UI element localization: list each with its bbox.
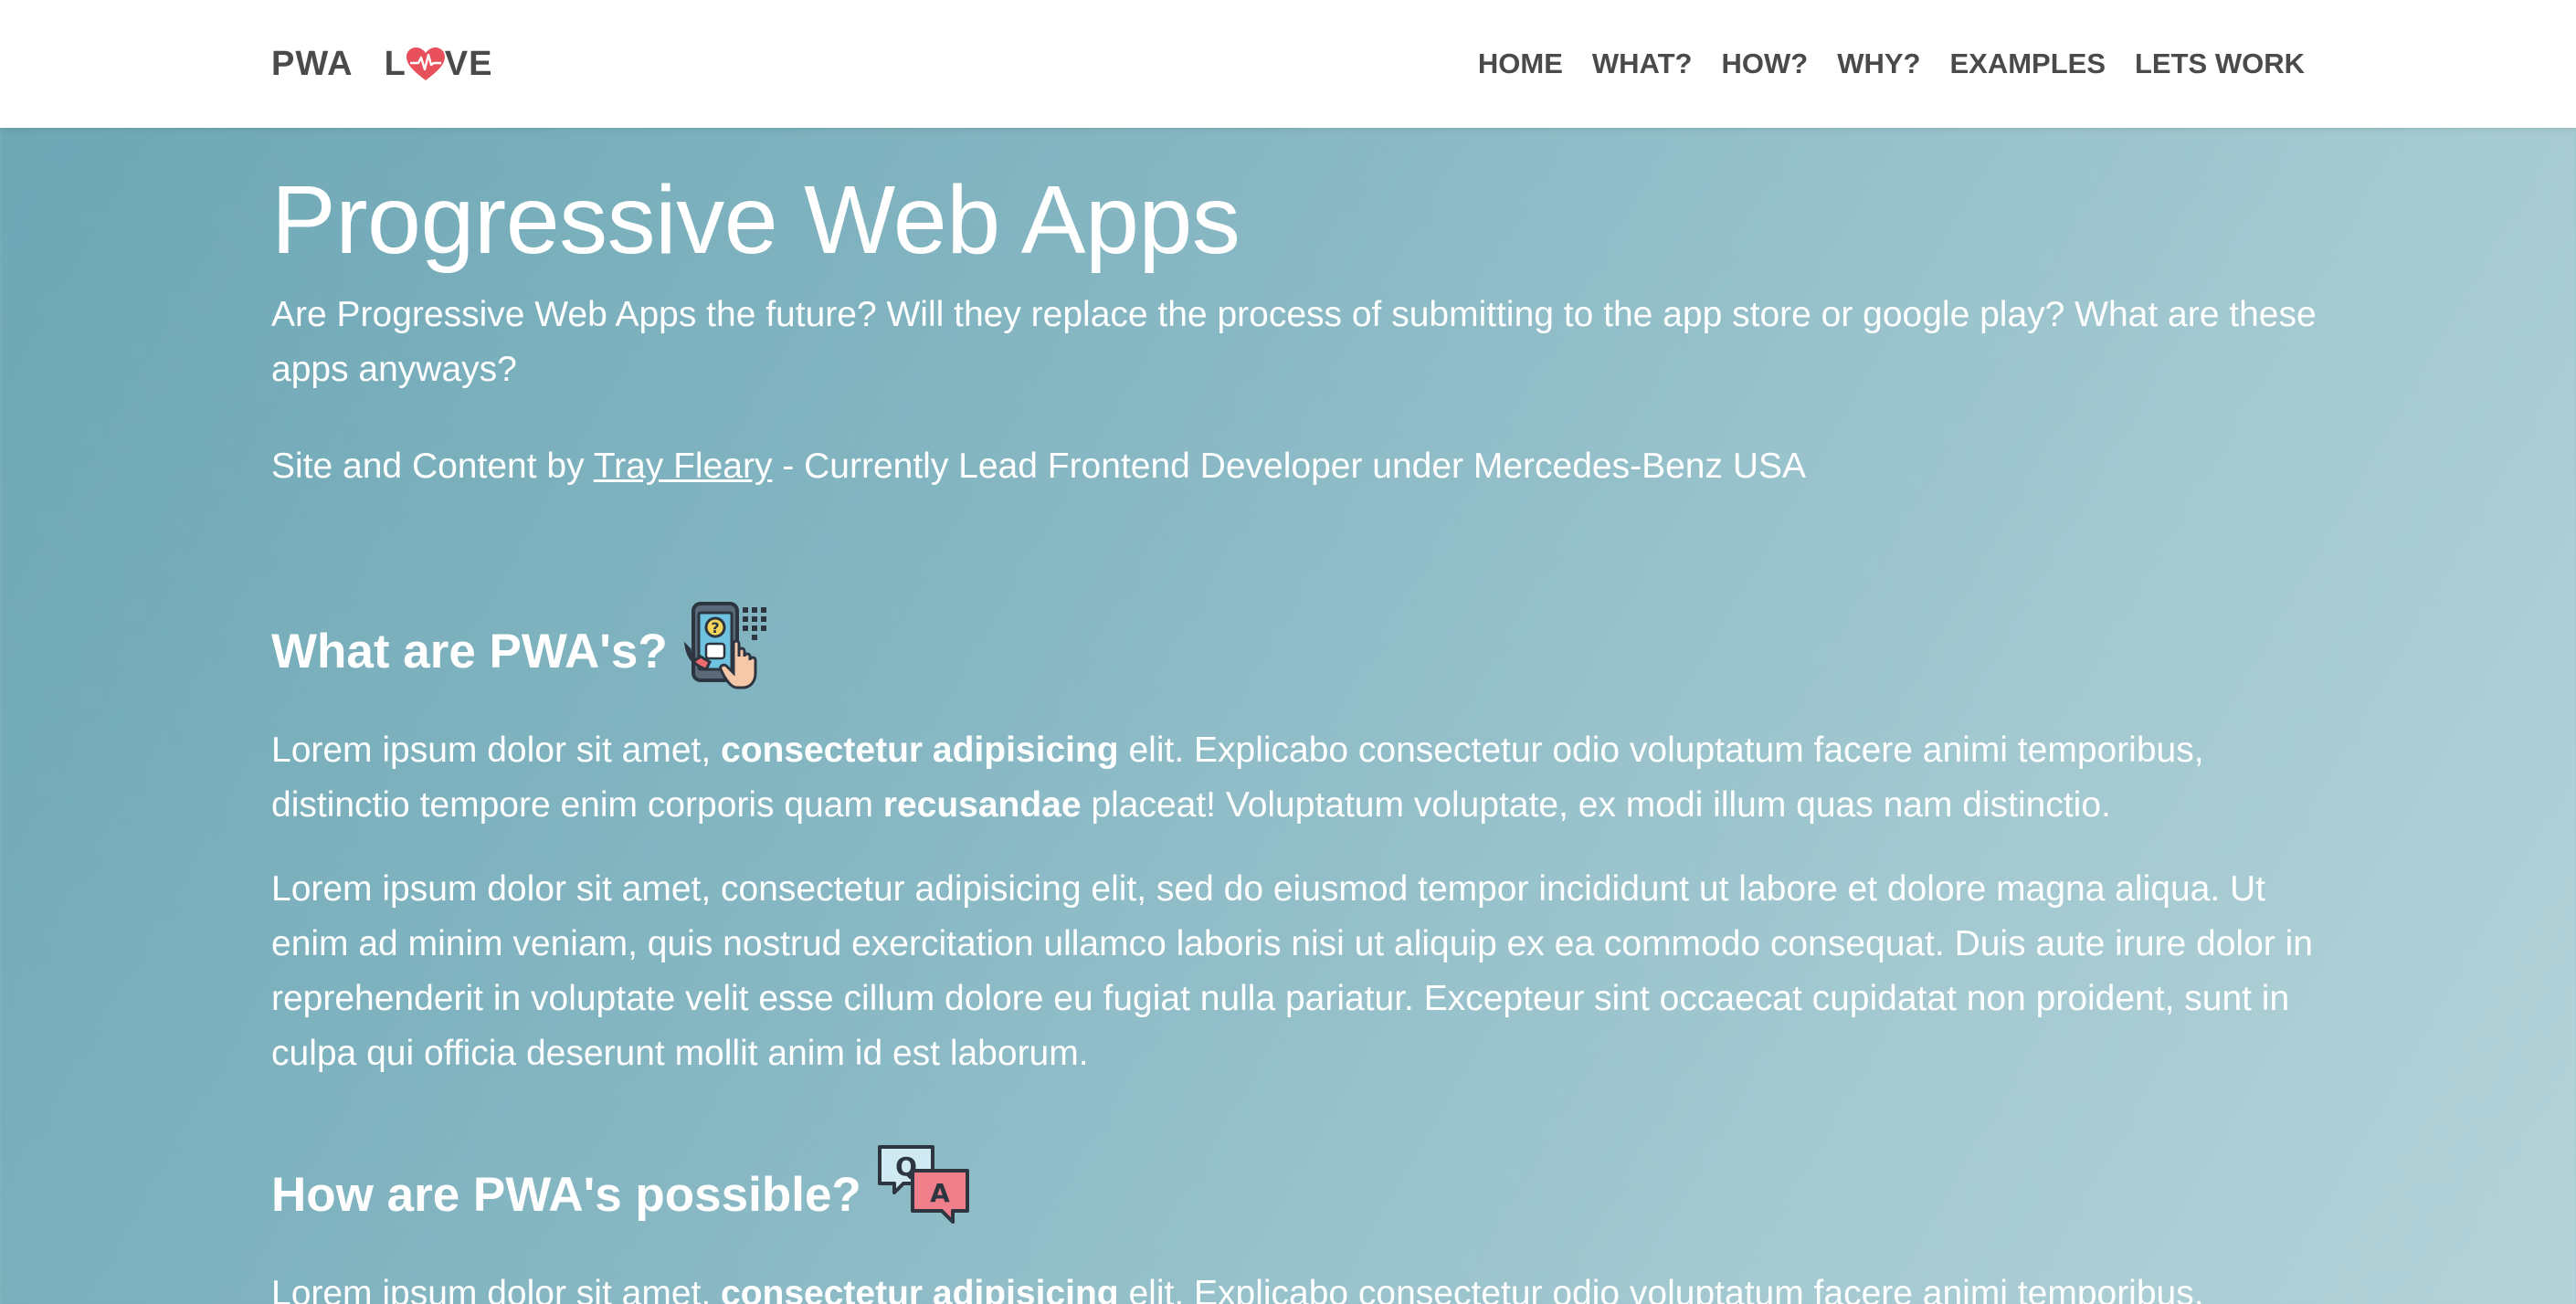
page-title: Progressive Web Apps	[271, 166, 1240, 274]
credit-prefix: Site and Content by	[271, 447, 594, 487]
section-what-heading: What are PWA's? ?	[271, 600, 2317, 703]
nav-examples[interactable]: EXAMPLES	[1949, 47, 2106, 80]
nav-lets-work[interactable]: LETS WORK	[2135, 47, 2305, 80]
hero-subtitle: Are Progressive Web Apps the future? Wil…	[271, 295, 2317, 390]
qa-chat-icon: Q A	[876, 1143, 975, 1246]
brand-l-text: L	[384, 44, 406, 83]
svg-text:?: ?	[711, 619, 719, 636]
text-run: elit. Explicabo consectetur odio volupta…	[1118, 1274, 2204, 1304]
nav-links: HOME WHAT? HOW? WHY? EXAMPLES LETS WORK	[1449, 47, 2305, 80]
bold-text: consectetur adipisicing	[721, 731, 1119, 771]
bold-text: consectetur adipisicing	[721, 1274, 1119, 1304]
credit-suffix: - Currently Lead Frontend Developer unde…	[772, 447, 1807, 487]
brand-pwa-text: PWA	[271, 44, 354, 83]
section-how-title: How are PWA's possible?	[271, 1168, 861, 1223]
nav-home[interactable]: HOME	[1478, 47, 1563, 80]
credit-line: Site and Content by Tray Fleary - Curren…	[271, 439, 2317, 494]
brand-logo[interactable]: PWA L VE	[271, 45, 492, 84]
phone-question-icon: ?	[682, 600, 774, 703]
text-run: Lorem ipsum dolor sit amet,	[271, 1274, 722, 1304]
qa-a-letter: A	[930, 1178, 950, 1208]
author-link[interactable]: Tray Fleary	[594, 447, 773, 486]
heartbeat-icon	[406, 47, 445, 80]
main-content: Progressive Web Apps Are Progressive Web…	[271, 128, 2317, 1304]
text-run: placeat! Voluptatum voluptate, ex modi i…	[1081, 785, 2111, 826]
top-navbar: PWA L VE HOME WHAT? HOW? WHY? EXAMPLES L…	[0, 0, 2576, 128]
section-how-heading: How are PWA's possible? Q A	[271, 1143, 2317, 1246]
nav-why[interactable]: WHY?	[1837, 47, 1920, 80]
text-run: Lorem ipsum dolor sit amet,	[271, 731, 722, 771]
section-what-title: What are PWA's?	[271, 625, 668, 679]
nav-what[interactable]: WHAT?	[1592, 47, 1693, 80]
bold-text: recusandae	[882, 785, 1082, 826]
section-what-paragraph-1: Lorem ipsum dolor sit amet, consectetur …	[271, 723, 2317, 833]
section-what-paragraph-2: Lorem ipsum dolor sit amet, consectetur …	[271, 869, 2313, 1074]
brand-ve-text: VE	[444, 44, 493, 83]
nav-how[interactable]: HOW?	[1722, 47, 1809, 80]
section-how-paragraph-1: Lorem ipsum dolor sit amet, consectetur …	[271, 1267, 2317, 1304]
